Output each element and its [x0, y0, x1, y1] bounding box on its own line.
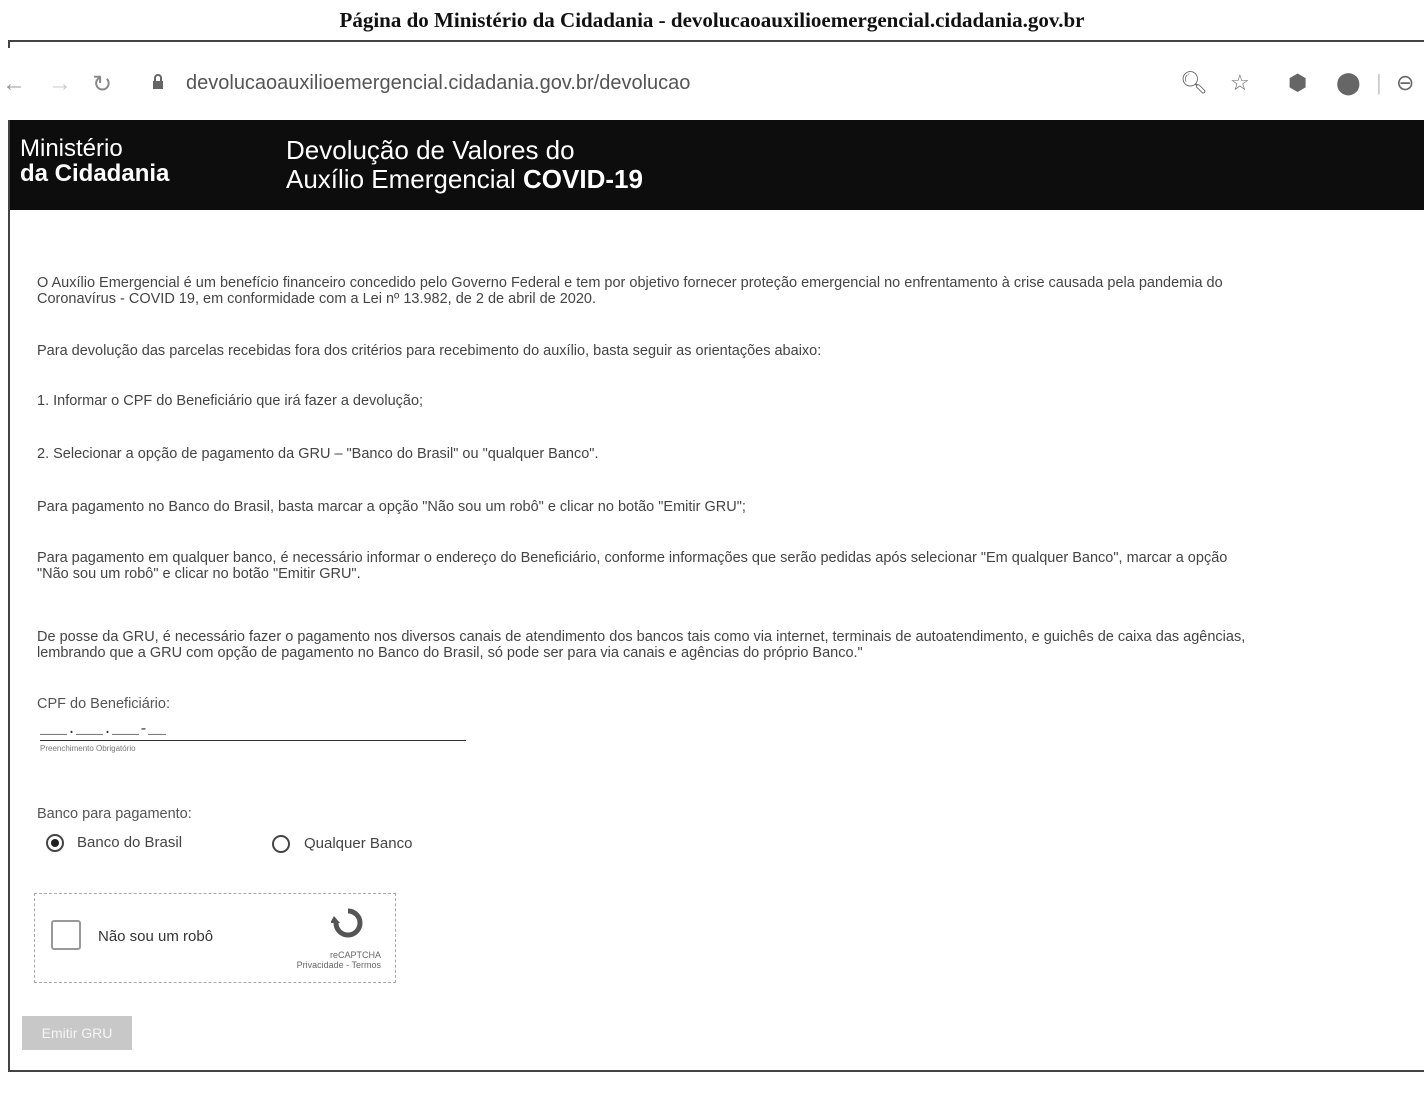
- bb-payment-text: Para pagamento no Banco do Brasil, basta…: [37, 499, 746, 515]
- lock-icon[interactable]: [152, 74, 164, 90]
- star-icon[interactable]: ☆: [1230, 70, 1250, 96]
- app-title-covid: COVID-19: [523, 164, 643, 194]
- address-bar[interactable]: devolucaoauxilioemergencial.cidadania.go…: [186, 72, 690, 95]
- forward-arrow-icon[interactable]: →: [48, 70, 72, 98]
- radio-label-qualquer-banco[interactable]: Qualquer Banco: [304, 835, 412, 852]
- step-1: 1. Informar o CPF do Beneficiário que ir…: [37, 393, 424, 409]
- gru-line2: lembrando que a GRU com opção de pagamen…: [37, 645, 863, 661]
- zoom-icon[interactable]: 🔍︎: [1180, 70, 1208, 96]
- extension-icon[interactable]: ⬢: [1288, 70, 1307, 96]
- any-bank-line1: Para pagamento em qualquer banco, é nece…: [37, 550, 1228, 566]
- site-header: Ministério da Cidadania Devolução de Val…: [10, 120, 1424, 210]
- step-2: 2. Selecionar a opção de pagamento da GR…: [37, 446, 599, 462]
- ministry-name-line1: Ministério: [20, 135, 123, 162]
- ministry-logo[interactable]: Ministério da Cidadania: [20, 136, 169, 186]
- toolbar-divider: |: [1376, 70, 1382, 95]
- app-title-text: Auxílio Emergencial: [286, 164, 523, 194]
- intro-line2: Coronavírus - COVID 19, em conformidade …: [37, 291, 597, 307]
- ministry-name-line2: da Cidadania: [20, 160, 170, 187]
- recaptcha-links[interactable]: Privacidade - Termos: [285, 960, 381, 970]
- page-caption: Página do Ministério da Cidadania - devo…: [339, 8, 1085, 32]
- profile-icon[interactable]: ⊖: [1396, 70, 1414, 96]
- bank-label: Banco para pagamento:: [37, 806, 192, 822]
- cpf-label: CPF do Beneficiário:: [37, 696, 170, 712]
- instructions-text: Para devolução das parcelas recebidas fo…: [37, 343, 822, 359]
- gru-line1: De posse da GRU, é necessário fazer o pa…: [37, 629, 1246, 645]
- browser-toolbar: ← → ↻ devolucaoauxilioemergencial.cidada…: [0, 48, 1424, 120]
- app-title-line2: Auxílio Emergencial COVID-19: [286, 165, 643, 194]
- intro-line1: O Auxílio Emergencial é um benefício fin…: [37, 275, 1223, 291]
- reload-icon[interactable]: ↻: [92, 70, 112, 99]
- any-bank-line2: "Não sou um robô" e clicar no botão "Emi…: [37, 566, 361, 582]
- app-title-line1: Devolução de Valores do: [286, 135, 575, 165]
- radio-selected-dot: [51, 839, 59, 847]
- radio-banco-do-brasil[interactable]: [46, 834, 64, 852]
- emit-gru-button[interactable]: Emitir GRU: [22, 1016, 132, 1050]
- recaptcha-label: Não sou um robô: [98, 928, 214, 945]
- recaptcha-widget: Não sou um robô reCAPTCHA Privacidade - …: [34, 893, 396, 983]
- app-title: Devolução de Valores do Auxílio Emergenc…: [286, 136, 643, 194]
- radio-qualquer-banco[interactable]: [272, 835, 290, 853]
- extension-icon-2[interactable]: ⬤: [1336, 70, 1361, 96]
- radio-label-banco-do-brasil[interactable]: Banco do Brasil: [77, 834, 182, 851]
- recaptcha-brand: reCAPTCHA: [329, 950, 381, 960]
- recaptcha-logo-icon: [331, 908, 363, 938]
- back-arrow-icon[interactable]: ←: [2, 70, 26, 98]
- recaptcha-checkbox[interactable]: [51, 920, 81, 950]
- cpf-hint: Preenchimento Obrigatório: [40, 744, 136, 753]
- cpf-input[interactable]: [40, 718, 466, 741]
- recaptcha-text: reCAPTCHA Privacidade - Termos: [285, 950, 381, 970]
